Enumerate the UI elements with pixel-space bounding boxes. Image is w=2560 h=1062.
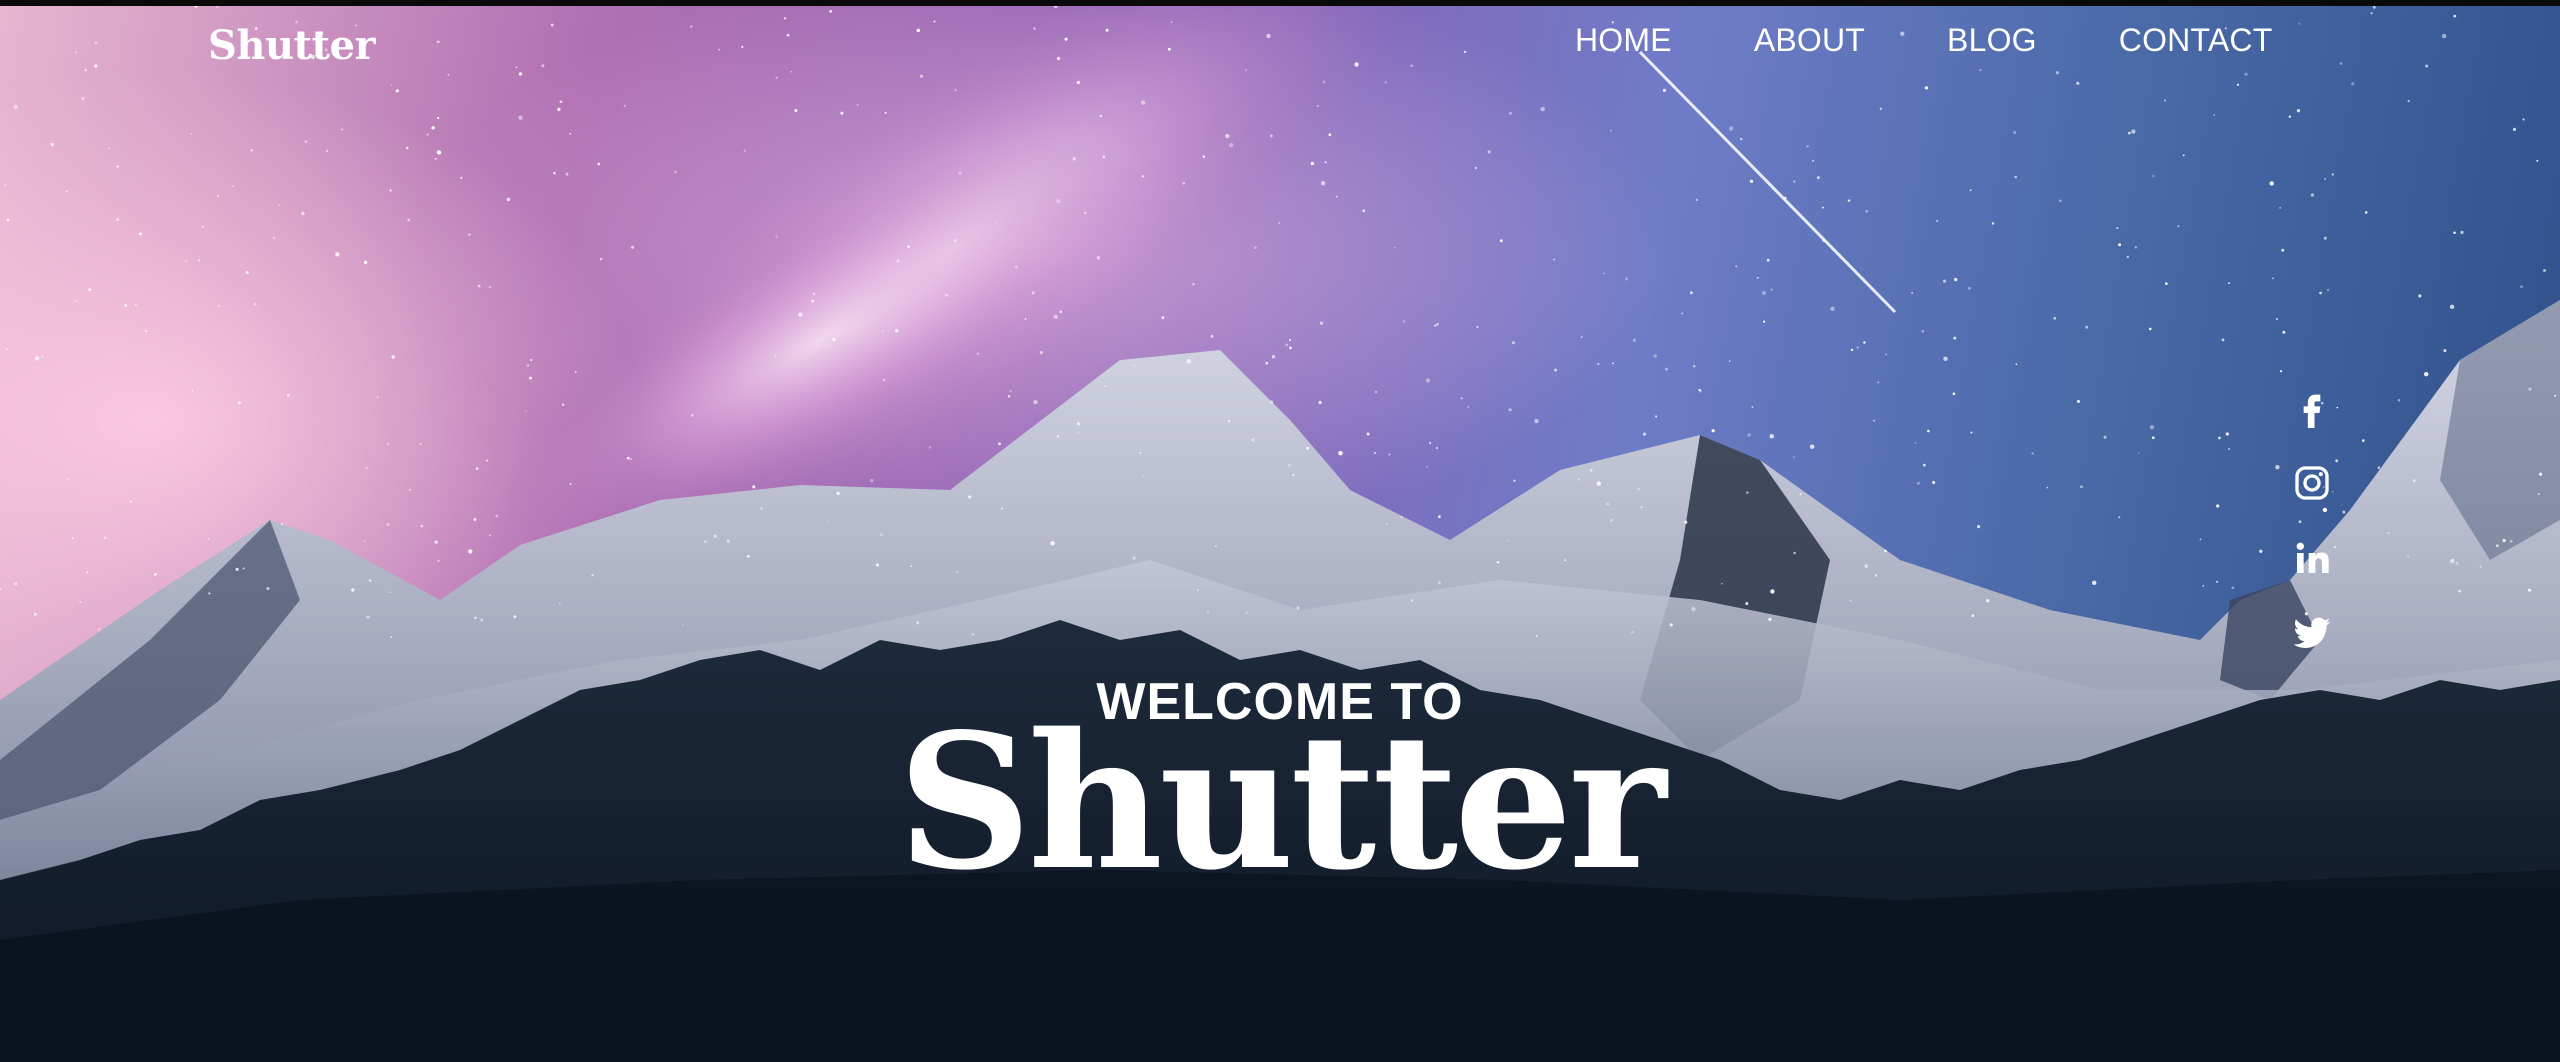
instagram-icon[interactable] <box>2292 463 2332 503</box>
social-links <box>2292 388 2336 688</box>
site-logo[interactable]: Shutter <box>208 22 376 69</box>
main-navigation: HOME ABOUT BLOG CONTACT <box>1575 22 2272 59</box>
linkedin-icon[interactable] <box>2292 538 2332 578</box>
nav-home-link[interactable]: HOME <box>1575 22 1672 59</box>
twitter-icon[interactable] <box>2292 613 2332 653</box>
nav-blog-link[interactable]: BLOG <box>1947 22 2037 59</box>
nav-about-link[interactable]: ABOUT <box>1754 22 1865 59</box>
nav-contact-link[interactable]: CONTACT <box>2119 22 2273 59</box>
hero-section: Shutter HOME ABOUT BLOG CONTACT WELCOME … <box>0 0 2560 1062</box>
facebook-icon[interactable] <box>2292 388 2332 428</box>
hero-title: Shutter <box>897 692 1667 911</box>
top-border <box>0 0 2560 6</box>
